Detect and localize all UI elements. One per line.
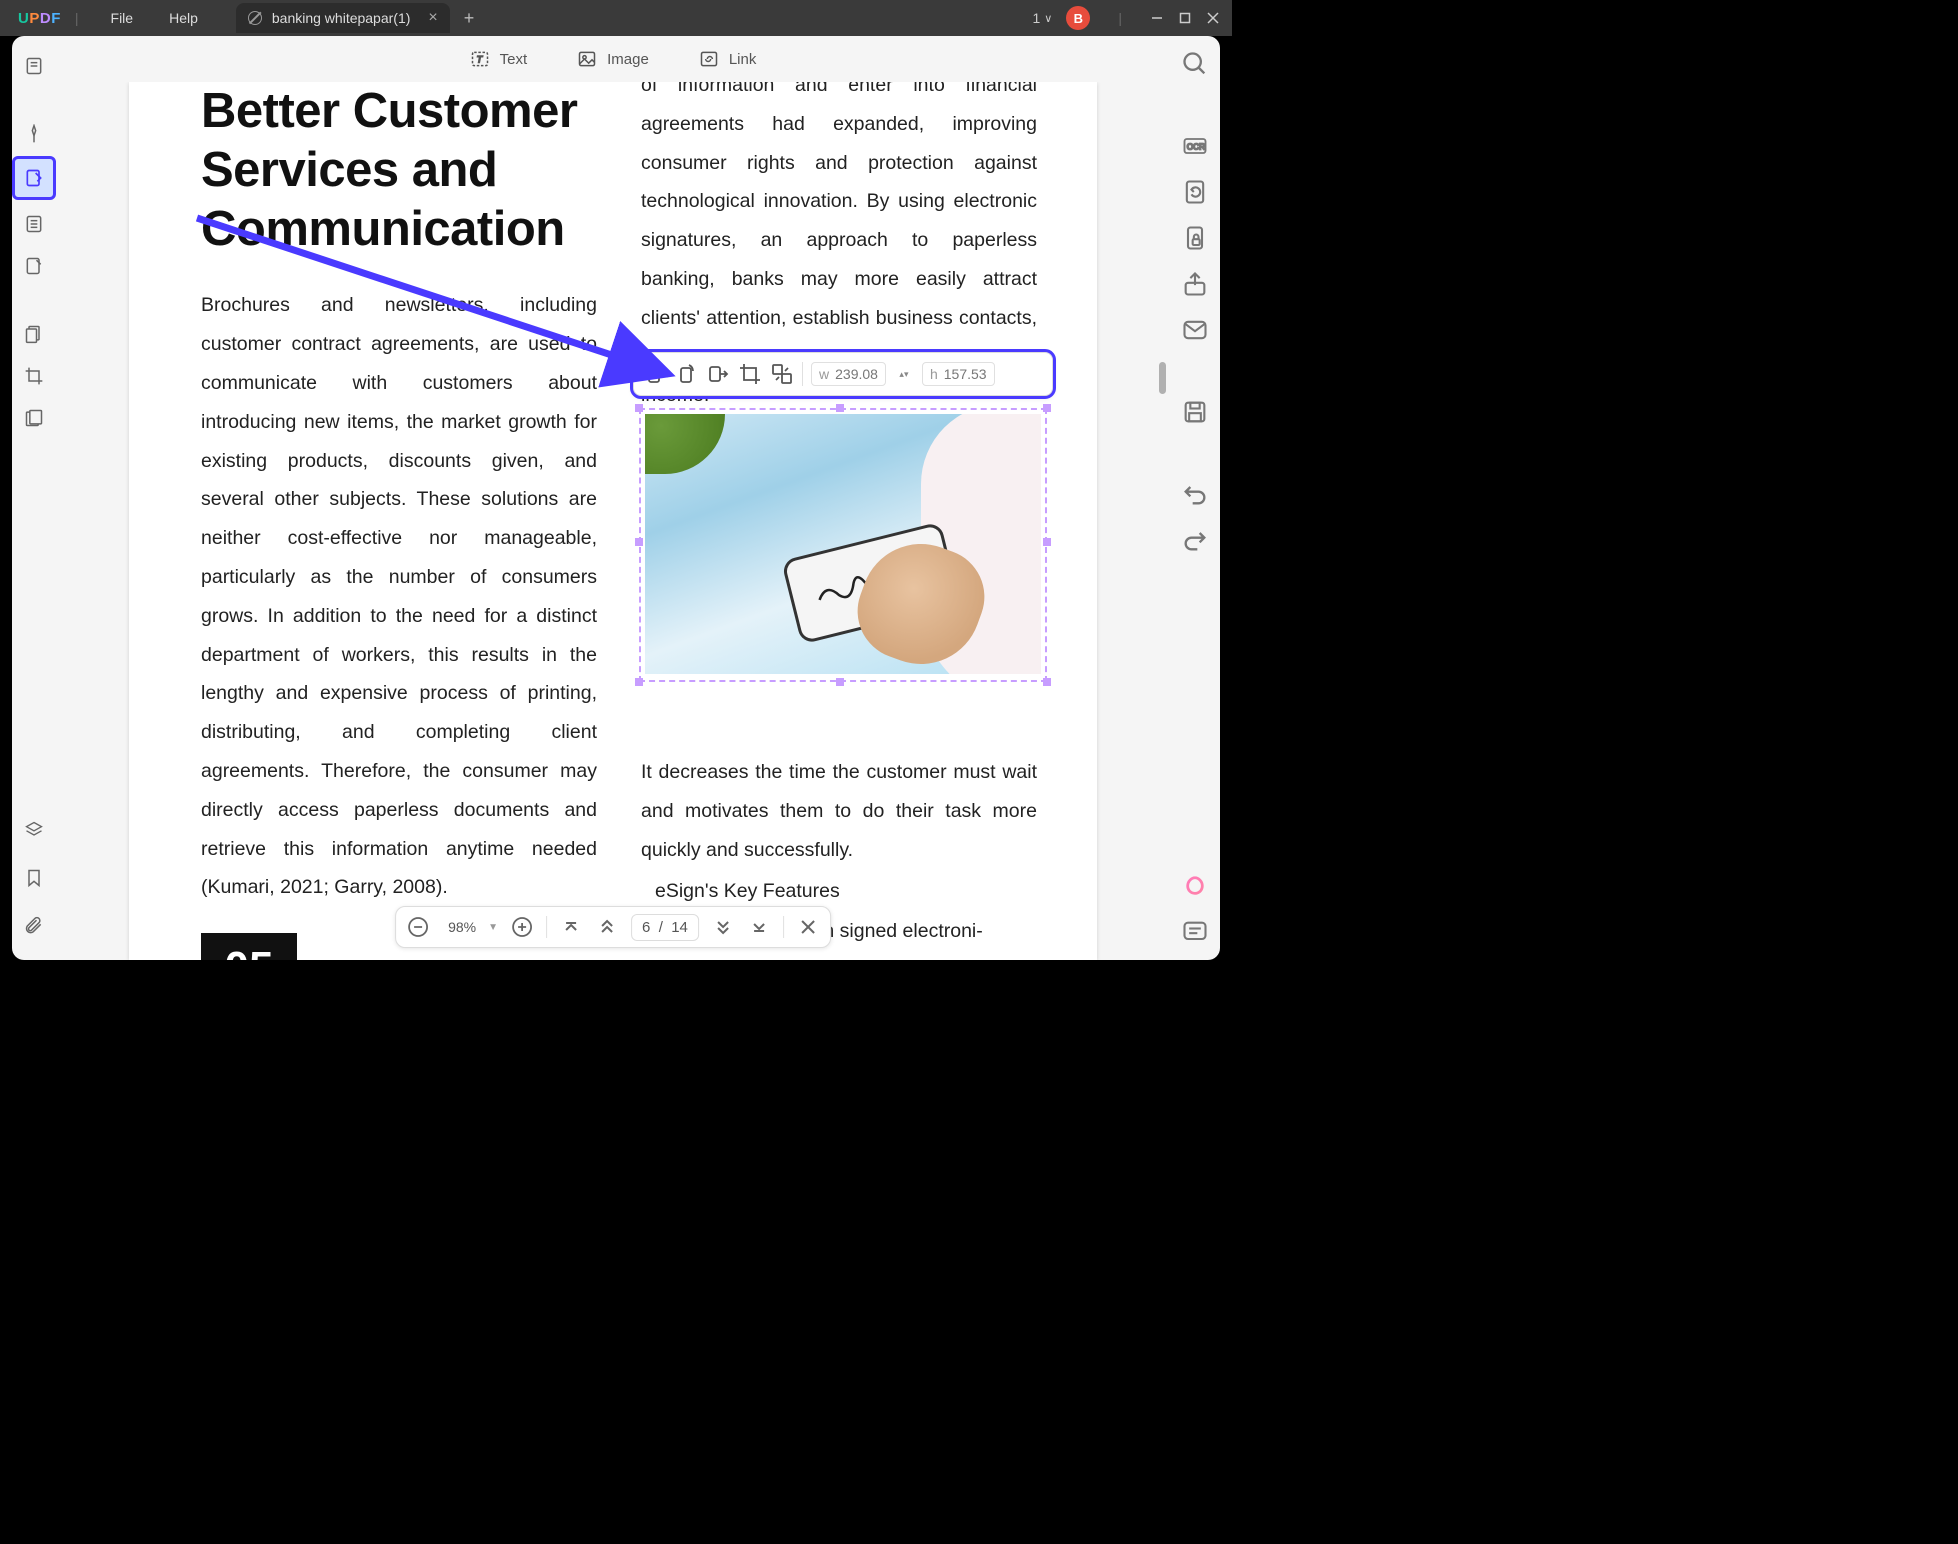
width-field[interactable]: w239.08	[811, 362, 886, 386]
ai-icon[interactable]	[1181, 872, 1209, 900]
embedded-image	[645, 414, 1041, 674]
email-icon[interactable]	[1181, 316, 1209, 344]
protect-icon[interactable]	[1181, 224, 1209, 252]
menu-file[interactable]: File	[93, 10, 152, 26]
document-viewport[interactable]: Better Customer Services and Communicati…	[56, 82, 1170, 960]
app-chrome: TText Image Link Better Customer Service…	[12, 36, 1220, 960]
left-toolbar	[12, 36, 56, 960]
center-pane: TText Image Link Better Customer Service…	[56, 36, 1170, 960]
tab-close-icon[interactable]: ×	[428, 9, 437, 27]
image-edit-toolbar: w239.08 ▴▾ h157.53	[633, 352, 1053, 396]
svg-text:T: T	[476, 54, 483, 64]
rotate-left-icon[interactable]	[642, 362, 666, 386]
ocr-icon[interactable]: OCR	[1181, 132, 1209, 160]
share-icon[interactable]	[1181, 270, 1209, 298]
user-avatar[interactable]: B	[1066, 6, 1090, 30]
comment-tool[interactable]	[18, 118, 50, 150]
redact-tool[interactable]	[18, 402, 50, 434]
page-field[interactable]: 6 / 14	[631, 914, 699, 941]
undo-icon[interactable]	[1181, 480, 1209, 508]
title-bar: UPDF | File Help banking whitepapar(1) ×…	[0, 0, 1232, 36]
save-icon[interactable]	[1181, 398, 1209, 426]
mode-text[interactable]: TText	[470, 49, 528, 69]
pages-tool[interactable]	[18, 318, 50, 350]
page-number-badge: 05	[201, 933, 297, 960]
layers-icon[interactable]	[18, 814, 50, 846]
last-page-button[interactable]	[747, 915, 771, 939]
body-text-right-3: eSign's Key Features	[641, 872, 1037, 911]
reader-tool[interactable]	[18, 50, 50, 82]
body-text-left: Brochures and newsletters, including cus…	[201, 286, 597, 907]
document-tab[interactable]: banking whitepapar(1) ×	[236, 3, 450, 33]
edit-tool[interactable]	[12, 156, 56, 200]
maximize-button[interactable]	[1178, 11, 1192, 25]
zoom-out-button[interactable]	[406, 915, 430, 939]
page-heading: Better Customer Services and Communicati…	[201, 82, 597, 258]
form-tool[interactable]	[18, 250, 50, 282]
right-toolbar: OCR	[1170, 36, 1220, 960]
next-page-button[interactable]	[711, 915, 735, 939]
swap-dims-icon[interactable]: ▴▾	[894, 369, 914, 380]
page-navigator: 98%▼ 6 / 14	[395, 906, 831, 948]
minimize-button[interactable]	[1150, 11, 1164, 25]
close-pager-button[interactable]	[796, 915, 820, 939]
tab-count[interactable]: 1∨	[1033, 10, 1053, 26]
rotate-right-icon[interactable]	[674, 362, 698, 386]
extract-icon[interactable]	[706, 362, 730, 386]
body-text-right-2: It decreases the time the customer must …	[641, 753, 1037, 869]
vertical-scrollbar[interactable]	[1159, 362, 1166, 394]
convert-icon[interactable]	[1181, 178, 1209, 206]
edit-mode-bar: TText Image Link	[56, 36, 1170, 82]
svg-text:OCR: OCR	[1187, 143, 1205, 152]
organize-tool[interactable]	[18, 208, 50, 240]
redo-icon[interactable]	[1181, 526, 1209, 554]
mode-image[interactable]: Image	[577, 49, 649, 69]
tab-title: banking whitepapar(1)	[272, 10, 411, 26]
pdf-page: Better Customer Services and Communicati…	[129, 82, 1097, 960]
crop-tool[interactable]	[18, 360, 50, 392]
first-page-button[interactable]	[559, 915, 583, 939]
selected-image[interactable]	[633, 402, 1047, 682]
replace-image-icon[interactable]	[770, 362, 794, 386]
close-button[interactable]	[1206, 11, 1220, 25]
attachment-icon[interactable]	[18, 910, 50, 942]
mode-link[interactable]: Link	[699, 49, 757, 69]
comments-panel-icon[interactable]	[1181, 918, 1209, 946]
zoom-in-button[interactable]	[510, 915, 534, 939]
tab-doc-icon	[248, 11, 262, 25]
search-icon[interactable]	[1181, 50, 1209, 78]
prev-page-button[interactable]	[595, 915, 619, 939]
height-field[interactable]: h157.53	[922, 362, 995, 386]
menu-help[interactable]: Help	[151, 10, 216, 26]
bookmark-icon[interactable]	[18, 862, 50, 894]
zoom-dropdown[interactable]: 98%▼	[442, 919, 498, 935]
app-logo: UPDF	[18, 10, 61, 27]
new-tab-button[interactable]: +	[464, 8, 475, 29]
crop-image-icon[interactable]	[738, 362, 762, 386]
